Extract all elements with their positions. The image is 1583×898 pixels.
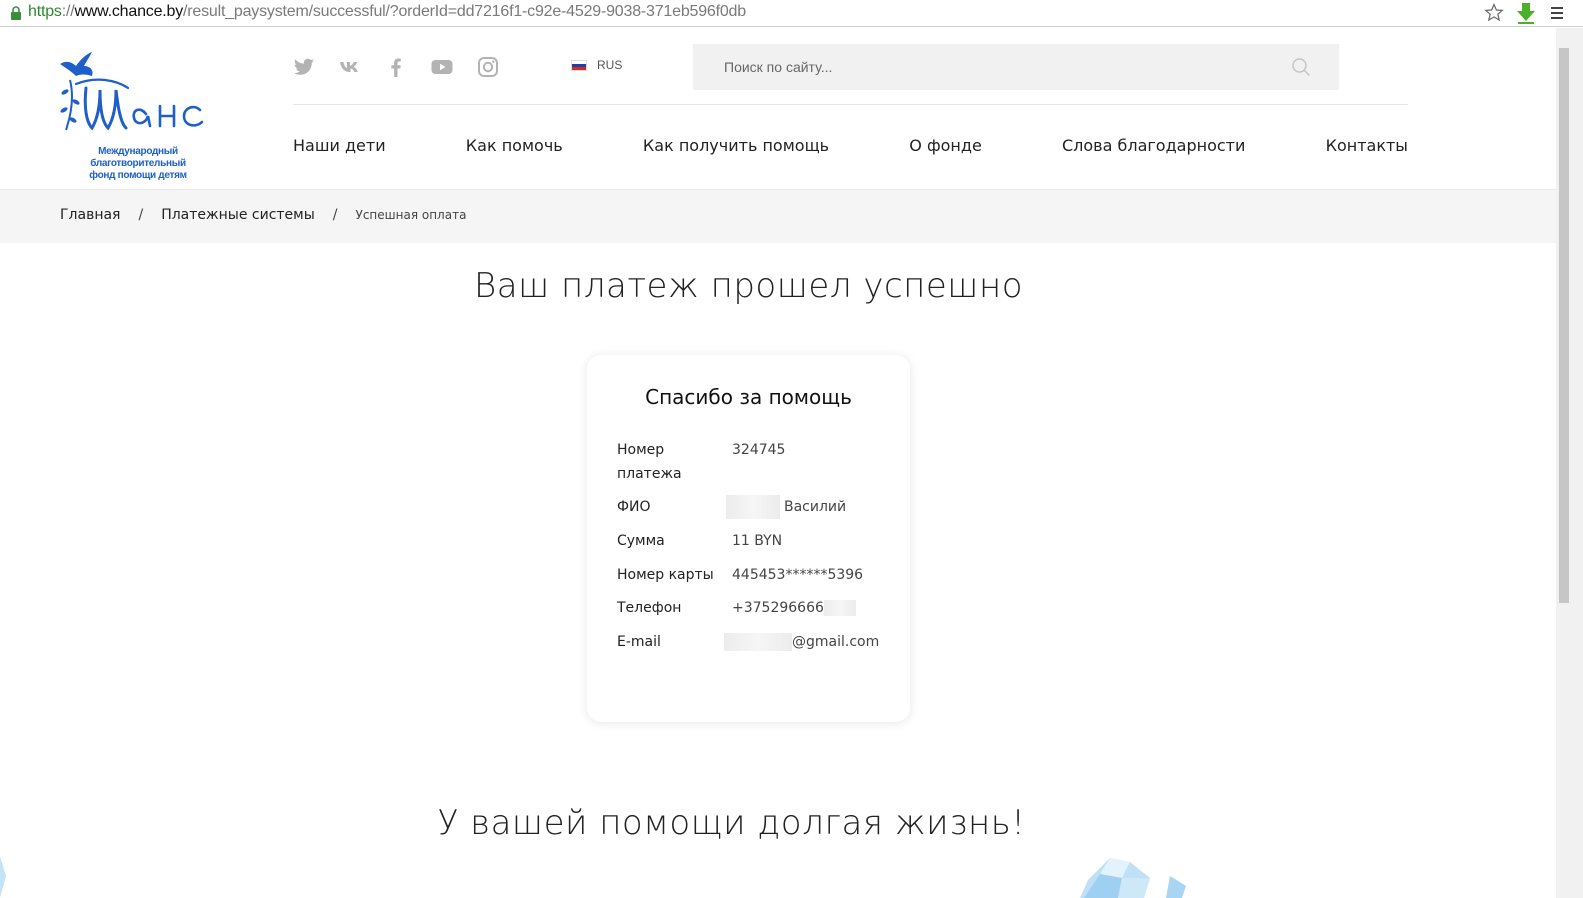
header-divider bbox=[293, 104, 1408, 105]
nav-item-our-children[interactable]: Наши дети bbox=[293, 136, 386, 155]
detail-value: Василий bbox=[726, 495, 846, 519]
browser-address-bar: https://www.chance.by/result_paysystem/s… bbox=[0, 0, 1583, 27]
section-subtitle: У вашей помощи долгая жизнь! bbox=[437, 803, 1026, 843]
redacted-block bbox=[823, 600, 856, 616]
url-field[interactable]: https://www.chance.by/result_paysystem/s… bbox=[28, 3, 746, 21]
redacted-block bbox=[724, 633, 792, 651]
payment-details-card: Спасибо за помощь Номер платежа 324745 Ф… bbox=[587, 355, 910, 722]
nav-item-contacts[interactable]: Контакты bbox=[1326, 136, 1408, 155]
instagram-icon[interactable] bbox=[476, 55, 500, 79]
card-title: Спасибо за помощь bbox=[645, 385, 852, 409]
star-icon[interactable] bbox=[1484, 3, 1504, 23]
main-nav: Наши дети Как помочь Как получить помощь… bbox=[293, 136, 1408, 155]
nav-item-about-fund[interactable]: О фонде bbox=[909, 136, 982, 155]
detail-value: 324745 bbox=[732, 442, 786, 458]
bird-logo-icon bbox=[60, 52, 204, 131]
breadcrumb-separator: / bbox=[138, 207, 144, 223]
detail-row-email: E-mail @gmail.com bbox=[617, 630, 879, 654]
download-icon[interactable] bbox=[1514, 1, 1538, 25]
detail-label: Номер платежа bbox=[617, 442, 682, 482]
detail-row-amount: Сумма 11 BYN bbox=[617, 529, 782, 553]
detail-row-card-number: Номер карты 445453******5396 bbox=[617, 563, 863, 587]
language-code: RUS bbox=[597, 58, 623, 72]
twitter-icon[interactable] bbox=[292, 55, 316, 79]
detail-label: ФИО bbox=[617, 499, 651, 515]
scrollbar-thumb[interactable] bbox=[1559, 48, 1569, 603]
menu-icon[interactable] bbox=[1550, 6, 1564, 20]
logo-tagline: Международный благотворительный фонд пом… bbox=[89, 146, 187, 181]
page-title: Ваш платеж прошел успешно bbox=[473, 266, 1023, 306]
breadcrumb-home[interactable]: Главная bbox=[60, 207, 120, 223]
detail-label: Телефон bbox=[617, 600, 682, 616]
site-logo[interactable]: Международный благотворительный фонд пом… bbox=[56, 46, 220, 181]
search-input[interactable] bbox=[693, 44, 1283, 90]
detail-row-full-name: ФИО Василий bbox=[617, 495, 846, 519]
detail-value: 445453******5396 bbox=[732, 567, 864, 583]
vk-icon[interactable] bbox=[338, 55, 362, 79]
nav-item-thanks[interactable]: Слова благодарности bbox=[1062, 136, 1245, 155]
site-search bbox=[693, 44, 1339, 90]
detail-row-payment-number: Номер платежа 324745 bbox=[617, 438, 785, 486]
language-selector[interactable]: RUS bbox=[571, 58, 622, 72]
crystal-decoration-edge-icon bbox=[0, 856, 6, 898]
detail-label: E-mail bbox=[617, 634, 661, 650]
breadcrumb-current: Успешная оплата bbox=[355, 208, 467, 222]
breadcrumb-separator: / bbox=[332, 207, 338, 223]
detail-label: Номер карты bbox=[617, 567, 714, 583]
page-scrollbar[interactable] bbox=[1556, 28, 1583, 898]
youtube-icon[interactable] bbox=[430, 55, 454, 79]
detail-value: 11 BYN bbox=[732, 533, 783, 549]
social-links bbox=[292, 55, 500, 79]
russia-flag-icon bbox=[571, 59, 587, 71]
detail-label: Сумма bbox=[617, 533, 665, 549]
crystal-decoration-icon bbox=[1080, 858, 1186, 898]
breadcrumb: Главная / Платежные системы / Успешная о… bbox=[0, 190, 1556, 243]
nav-item-how-to-help[interactable]: Как помочь bbox=[466, 136, 563, 155]
breadcrumb-payment-systems[interactable]: Платежные системы bbox=[161, 207, 315, 223]
detail-row-phone: Телефон +375296666 bbox=[617, 596, 856, 620]
redacted-block bbox=[726, 495, 780, 519]
facebook-icon[interactable] bbox=[384, 55, 408, 79]
detail-value: @gmail.com bbox=[724, 630, 879, 654]
search-icon[interactable] bbox=[1291, 57, 1311, 77]
detail-value: +375296666 bbox=[732, 596, 856, 620]
lock-icon bbox=[11, 6, 21, 20]
nav-item-get-help[interactable]: Как получить помощь bbox=[643, 136, 829, 155]
